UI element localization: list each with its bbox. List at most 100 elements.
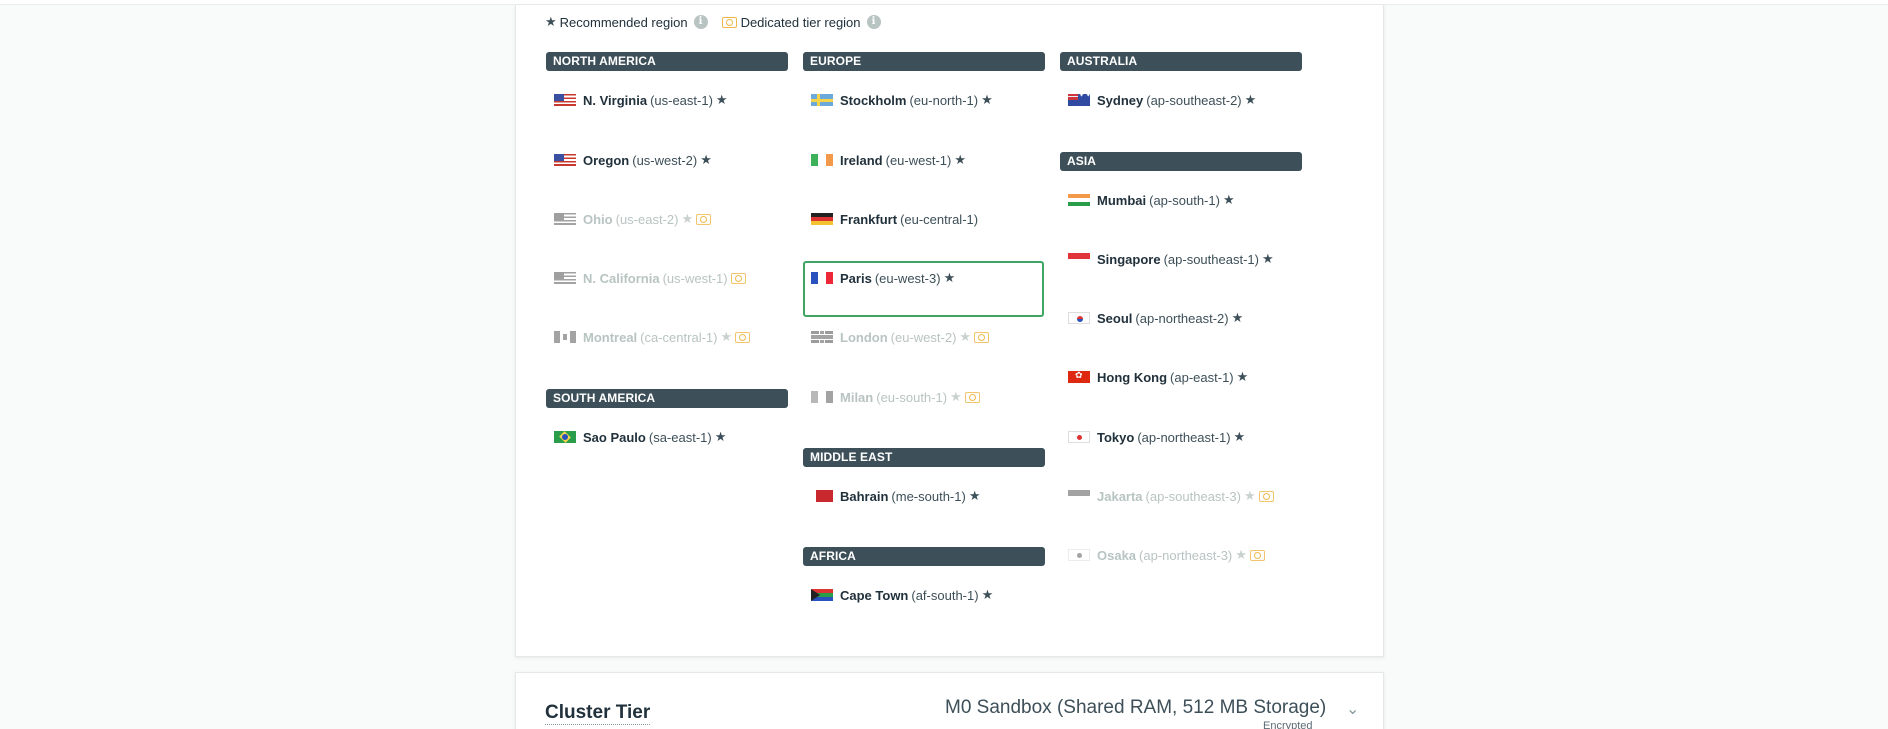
recommended-region-label: Recommended region [559,14,688,30]
region-city: Sydney [1097,92,1144,108]
info-icon[interactable]: i [693,15,708,29]
region-code: (ca-central-1) [640,329,718,345]
region-city: Paris [840,270,872,286]
region-code: (eu-west-2) [890,329,957,345]
section-asia: ASIA [1060,152,1302,171]
star-icon: ★ [1235,547,1247,562]
region-option-ca-central-1: Montreal (ca-central-1) ★ [554,328,751,346]
region-city: Singapore [1097,251,1161,267]
region-option-af-south-1[interactable]: Cape Town (af-south-1) ★ [811,586,993,604]
region-code: (eu-central-1) [900,211,979,227]
star-icon: ★ [981,92,993,107]
star-icon: ★ [1261,251,1274,266]
region-code: (sa-east-1) [648,429,712,445]
region-option-us-east-1[interactable]: N. Virginia (us-east-1) ★ [554,91,728,109]
dedicated-tier-icon [696,213,712,225]
star-icon: ★ [1244,92,1257,107]
region-city: Bahrain [840,488,889,504]
us-flag-icon [554,94,576,106]
region-code: (us-west-2) [632,152,698,168]
india-flag-icon [1068,194,1090,206]
star-icon: ★ [1243,488,1256,503]
region-city: Osaka [1097,547,1137,563]
region-code: (eu-north-1) [909,92,979,108]
region-option-ap-southeast-2[interactable]: Sydney (ap-southeast-2) ★ [1068,91,1256,109]
region-code: (us-west-1) [662,270,728,286]
region-code: (ap-southeast-1) [1163,251,1259,267]
region-city: Mumbai [1097,192,1147,208]
region-option-eu-south-1: Milan (eu-south-1) ★ [811,388,980,406]
region-city: Milan [840,389,874,405]
star-icon: ★ [720,329,733,344]
cluster-tier-encrypted: Encrypted [1263,720,1313,729]
france-flag-icon [811,272,833,284]
star-icon: ★ [681,211,694,226]
region-city: Hong Kong [1097,369,1168,385]
region-city: Seoul [1097,310,1133,326]
brazil-flag-icon [554,431,576,443]
region-city: Sao Paulo [583,429,646,445]
germany-flag-icon [811,213,833,225]
australia-flag-icon [1068,94,1090,106]
chevron-down-icon[interactable]: ⌄ [1346,699,1359,719]
region-option-sa-east-1[interactable]: Sao Paulo (sa-east-1) ★ [554,428,726,446]
region-option-ap-northeast-3: Osaka (ap-northeast-3) ★ [1068,546,1265,564]
region-code: (ap-south-1) [1149,192,1220,208]
bahrain-flag-icon [811,490,833,502]
star-icon: ★ [968,488,981,503]
star-icon: ★ [1236,369,1249,384]
region-option-ap-northeast-1[interactable]: Tokyo (ap-northeast-1) ★ [1068,428,1245,446]
region-city: Oregon [583,152,630,168]
region-option-eu-west-1[interactable]: Ireland (eu-west-1) ★ [811,151,966,169]
dedicated-tier-icon [974,331,990,343]
section-australia: AUSTRALIA [1060,52,1302,71]
region-city: Stockholm [840,92,907,108]
region-option-ap-east-1[interactable]: Hong Kong (ap-east-1) ★ [1068,368,1248,386]
dedicated-tier-icon [721,16,737,28]
info-icon[interactable]: i [866,15,881,29]
region-city: Ireland [840,152,883,168]
region-code: (ap-northeast-1) [1137,429,1231,445]
star-icon: ★ [1233,429,1246,444]
region-code: (af-south-1) [911,587,979,603]
region-option-ap-south-1[interactable]: Mumbai (ap-south-1) ★ [1068,191,1235,209]
canada-flag-icon [554,331,576,343]
star-icon: ★ [715,92,728,107]
region-option-ap-southeast-1[interactable]: Singapore (ap-southeast-1) ★ [1068,250,1274,268]
region-city: Tokyo [1097,429,1135,445]
region-city: Ohio [583,211,613,227]
region-option-eu-north-1[interactable]: Stockholm (eu-north-1) ★ [811,91,993,109]
region-city: Jakarta [1097,488,1143,504]
dedicated-tier-icon [964,391,980,403]
region-legend: ★ Recommended region i Dedicated tier re… [545,14,881,30]
us-flag-icon [554,154,576,166]
region-option-us-east-2: Ohio (us-east-2) ★ [554,210,712,228]
region-city: Frankfurt [840,211,898,227]
region-city: London [840,329,888,345]
japan-flag-icon [1068,431,1090,443]
region-code: (ap-southeast-3) [1145,488,1241,504]
section-middle-east: MIDDLE EAST [803,448,1045,467]
region-code: (ap-southeast-2) [1146,92,1242,108]
region-option-me-south-1[interactable]: Bahrain (me-south-1) ★ [811,487,980,505]
region-code: (us-east-2) [615,211,679,227]
region-code: (eu-west-3) [874,270,941,286]
region-option-us-west-1: N. California (us-west-1) [554,269,746,287]
region-option-eu-west-3[interactable]: Paris (eu-west-3) ★ [811,269,955,287]
section-europe: EUROPE [803,52,1045,71]
region-code: (ap-northeast-3) [1139,547,1233,563]
region-option-eu-central-1[interactable]: Frankfurt (eu-central-1) [811,210,978,228]
region-code: (eu-south-1) [876,389,948,405]
uk-flag-icon [811,331,833,343]
region-city: Montreal [583,329,638,345]
star-icon: ★ [943,270,956,285]
region-option-us-west-2[interactable]: Oregon (us-west-2) ★ [554,151,712,169]
korea-flag-icon [1068,312,1090,324]
section-south-america: SOUTH AMERICA [546,389,788,408]
region-code: (us-east-1) [650,92,713,108]
section-north-america: NORTH AMERICA [546,52,788,71]
italy-flag-icon [811,391,833,403]
hong-kong-flag-icon [1068,371,1090,383]
star-icon: ★ [959,329,972,344]
region-option-ap-northeast-2[interactable]: Seoul (ap-northeast-2) ★ [1068,309,1243,327]
